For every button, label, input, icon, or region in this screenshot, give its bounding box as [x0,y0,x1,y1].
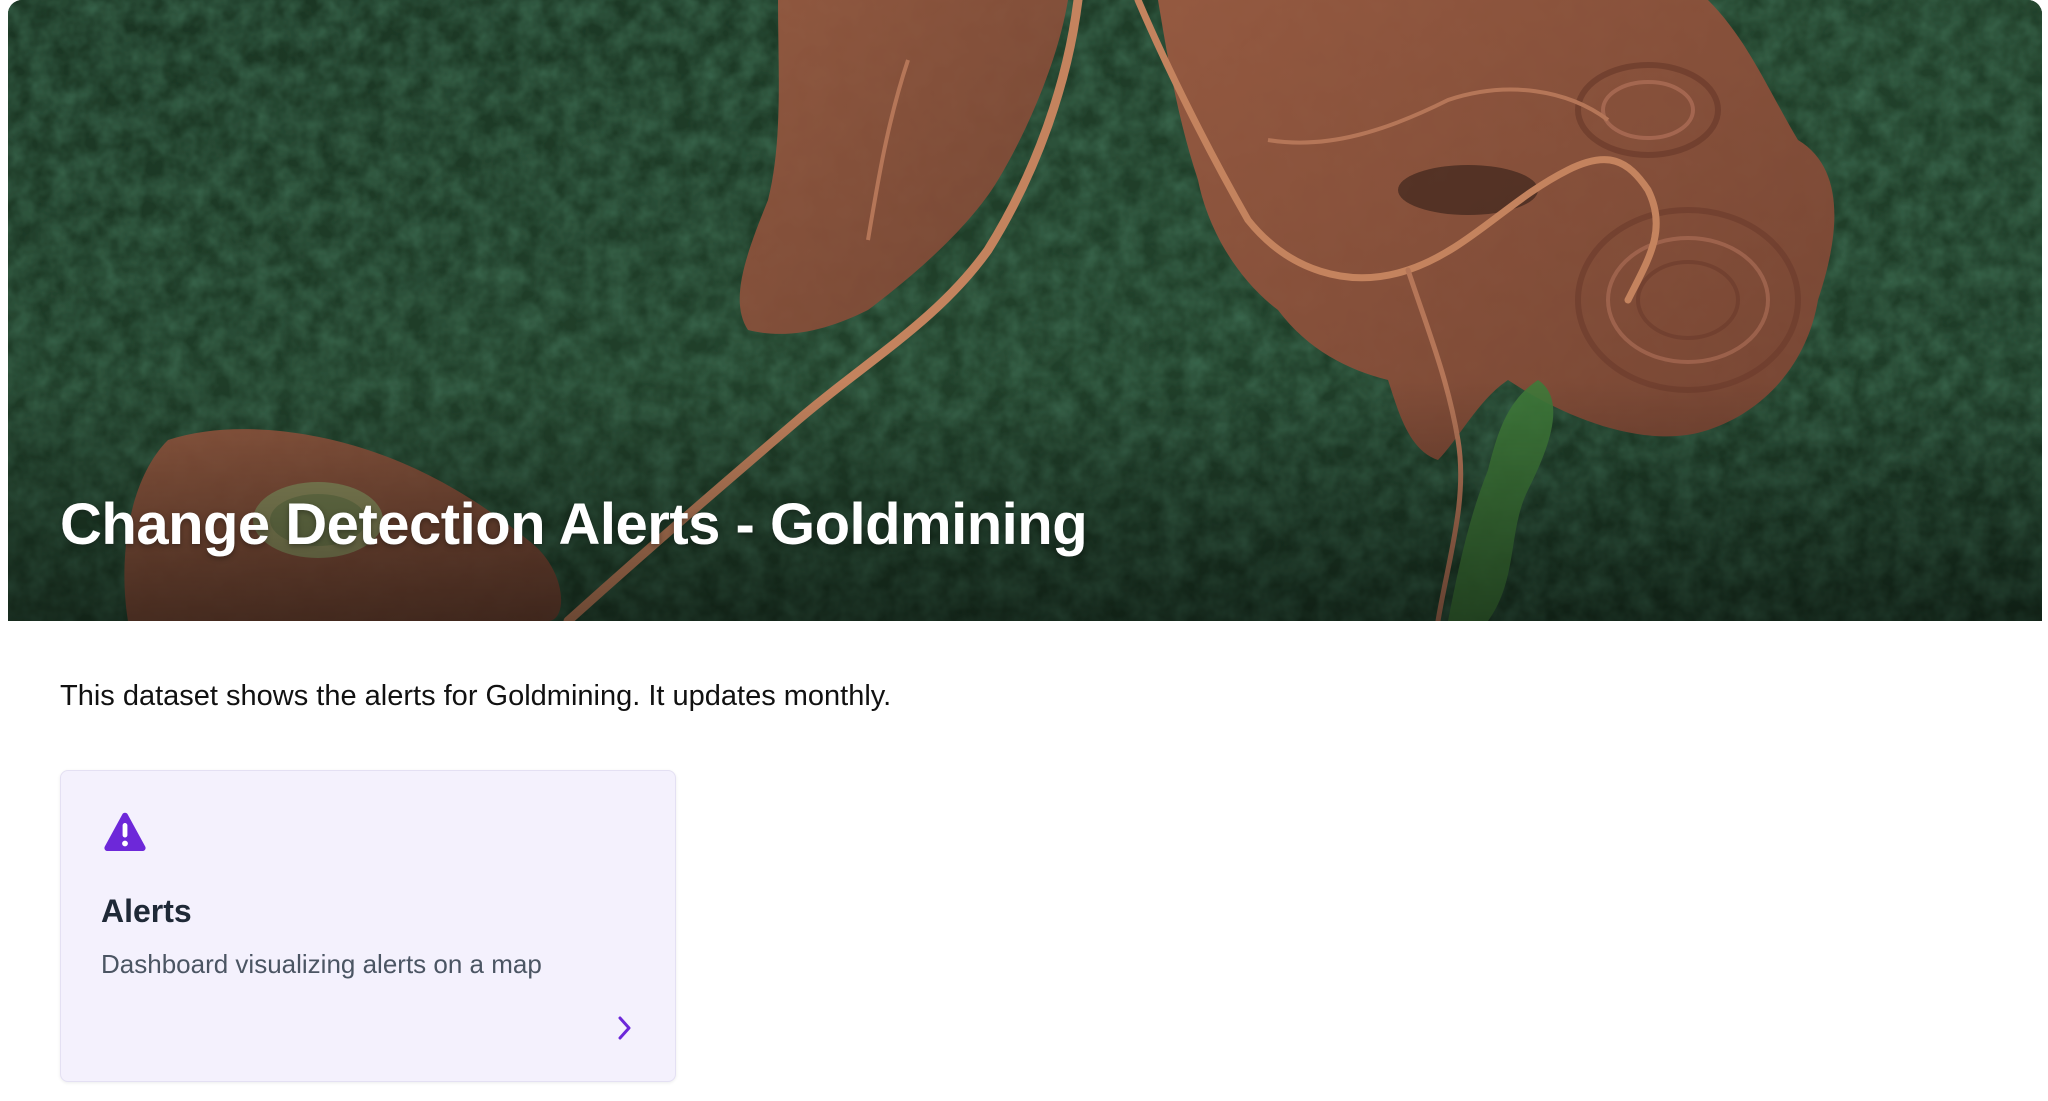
hero-banner: Change Detection Alerts - Goldmining [8,0,2042,621]
dataset-description: This dataset shows the alerts for Goldmi… [60,680,892,712]
page-title: Change Detection Alerts - Goldmining [60,492,1088,557]
dataset-page: Change Detection Alerts - Goldmining Thi… [0,0,2048,1101]
alerts-card[interactable]: Alerts Dashboard visualizing alerts on a… [60,770,676,1082]
chevron-right-icon[interactable] [609,1013,639,1043]
card-title: Alerts [101,893,192,929]
card-description: Dashboard visualizing alerts on a map [101,949,542,979]
warning-triangle-icon [104,812,146,851]
